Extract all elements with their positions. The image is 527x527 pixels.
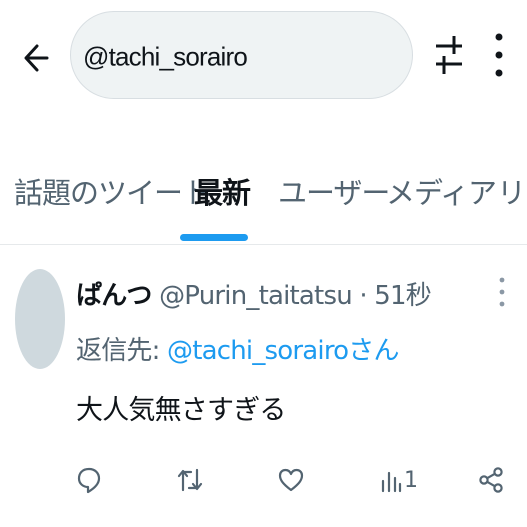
tweet-text: 大人気無さすぎる <box>76 395 286 426</box>
retweet-button[interactable] <box>176 455 204 505</box>
more-vertical-icon <box>499 277 505 307</box>
search-input[interactable]: @tachi_sorairo <box>70 11 413 99</box>
avatar[interactable] <box>15 269 65 369</box>
views-button[interactable]: 1 <box>380 455 418 505</box>
search-tabs: 話題のツイート 最新 ユーザー メディア リスト <box>0 120 527 245</box>
back-button[interactable] <box>18 40 54 76</box>
reply-to-line: 返信先: @tachi_sorairoさん <box>76 330 399 367</box>
tweet-actions: 1 <box>0 455 527 505</box>
tweet-header: ぱんつ @Purin_taitatsu · 51秒 <box>76 275 432 312</box>
reply-button[interactable] <box>76 455 102 505</box>
reply-prefix: 返信先: <box>76 336 168 366</box>
user-handle[interactable]: @Purin_taitatsu <box>159 281 353 311</box>
tab-lists[interactable]: リスト <box>497 170 527 212</box>
arrow-left-icon <box>24 44 49 72</box>
display-name[interactable]: ぱんつ <box>76 281 152 311</box>
top-bar: @tachi_sorairo <box>0 0 527 120</box>
tweet[interactable]: ぱんつ @Purin_taitatsu · 51秒 返信先: @tachi_so… <box>0 245 527 527</box>
reply-suffix: さん <box>348 336 399 366</box>
retweet-icon <box>177 468 203 492</box>
search-filter-button[interactable] <box>432 32 466 78</box>
active-tab-indicator <box>180 234 248 241</box>
heart-icon <box>278 468 304 492</box>
reply-mention[interactable]: @tachi_sorairo <box>167 336 349 366</box>
tweet-more-button[interactable] <box>494 275 510 309</box>
tweet-time[interactable]: · 51秒 <box>359 281 431 311</box>
search-query: @tachi_sorairo <box>83 41 248 72</box>
like-button[interactable] <box>277 455 305 505</box>
tab-users[interactable]: ユーザー <box>278 170 390 212</box>
views-count: 1 <box>404 467 418 493</box>
tab-latest[interactable]: 最新 <box>194 170 251 212</box>
share-icon <box>479 467 503 493</box>
bar-chart-icon <box>381 471 402 493</box>
reply-icon <box>77 467 101 494</box>
share-button[interactable] <box>478 455 504 505</box>
sliders-icon <box>436 36 462 74</box>
more-options-button[interactable] <box>487 30 511 80</box>
tab-top[interactable]: 話題のツイート <box>14 170 211 212</box>
tab-media[interactable]: メディア <box>386 170 497 212</box>
more-vertical-icon <box>495 33 503 77</box>
